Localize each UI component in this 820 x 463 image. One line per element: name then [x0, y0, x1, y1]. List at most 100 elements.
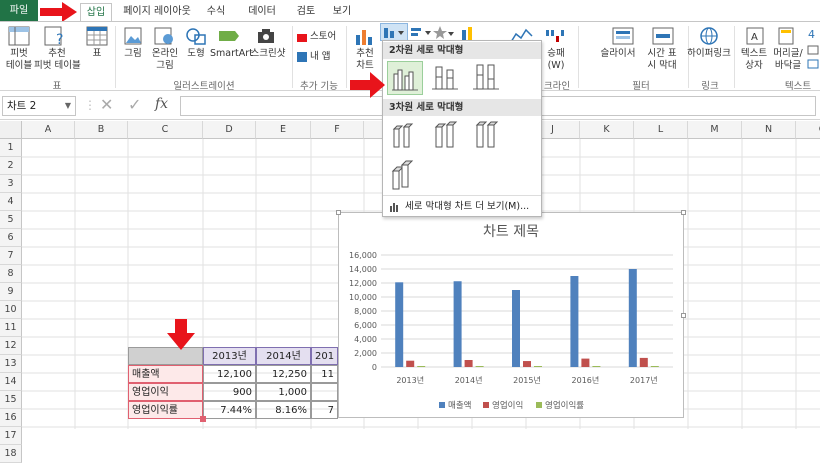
column-header-O[interactable]: O [796, 121, 820, 139]
hyperlink-button[interactable]: 하이퍼링크 [684, 48, 734, 60]
row-header-16[interactable]: 16 [0, 409, 22, 427]
my-apps-button[interactable]: 내 앱 [310, 51, 331, 63]
row-header-1[interactable]: 1 [0, 139, 22, 157]
column-header-F[interactable]: F [311, 121, 364, 139]
row-header-10[interactable]: 10 [0, 301, 22, 319]
tab-insert[interactable]: 삽입 [80, 3, 112, 22]
table-cell[interactable]: 12,250 [256, 365, 311, 383]
table-row-label[interactable]: 영업이익 [128, 383, 203, 401]
column-header-K[interactable]: K [580, 121, 634, 139]
clustered-column-option[interactable] [387, 61, 423, 95]
row-header-15[interactable]: 15 [0, 391, 22, 409]
3d-100-stacked-column-option[interactable] [469, 119, 505, 153]
enter-icon[interactable]: ✓ [128, 95, 141, 114]
table-cell[interactable]: 1,000 [256, 383, 311, 401]
3d-stacked-column-option[interactable] [428, 119, 464, 153]
3d-clustered-column-icon [392, 123, 414, 148]
smartart-button[interactable]: SmartArt [210, 48, 253, 60]
column-chart-button[interactable] [380, 23, 408, 41]
bar-매출액 [512, 290, 520, 367]
tab-view[interactable]: 보기 [326, 3, 358, 22]
textbox-button[interactable]: 텍스트 상자 [738, 48, 770, 72]
column-header-E[interactable]: E [256, 121, 311, 139]
column-header-B[interactable]: B [75, 121, 128, 139]
fx-icon[interactable]: fx [155, 96, 168, 112]
row-header-4[interactable]: 4 [0, 193, 22, 211]
table-cell[interactable] [311, 383, 338, 401]
pivot-table-button[interactable]: 피벗 테이블 [2, 48, 36, 72]
table-header-cell[interactable]: 2014년 [256, 347, 311, 365]
row-header-11[interactable]: 11 [0, 319, 22, 337]
row-header-5[interactable]: 5 [0, 211, 22, 229]
row-header-18[interactable]: 18 [0, 445, 22, 463]
table-cell[interactable]: 11 [311, 365, 338, 383]
bar-chart-icon[interactable] [410, 26, 432, 40]
tab-data[interactable]: 데이터 [240, 3, 284, 22]
column-header-A[interactable]: A [22, 121, 75, 139]
more-column-charts-link[interactable]: 세로 막대형 차트 더 보기(M)... [387, 199, 537, 215]
cancel-icon[interactable]: ✕ [100, 95, 113, 114]
row-header-2[interactable]: 2 [0, 157, 22, 175]
tab-formulas[interactable]: 수식 [200, 3, 232, 22]
chart-object[interactable]: 차트 제목 0 2,000 4,000 6,000 8,000 10,000 12,000 1… [336, 210, 686, 418]
y-tick-label: 14,000 [349, 265, 377, 274]
shapes-button[interactable]: 도형 [184, 48, 208, 60]
slicer-button[interactable]: 슬라이서 [598, 48, 638, 60]
recommended-pivot-button[interactable]: 추천 피벗 테이블 [34, 48, 81, 72]
picture-button[interactable]: 그림 [120, 48, 146, 60]
3d-column-option[interactable] [387, 157, 423, 193]
winloss-button[interactable]: 승패 (W) [542, 48, 570, 72]
stacked-column-option[interactable] [428, 61, 464, 95]
resize-handle[interactable] [681, 210, 686, 215]
table-header-cell[interactable]: 201 [311, 347, 338, 365]
row-header-3[interactable]: 3 [0, 175, 22, 193]
row-header-8[interactable]: 8 [0, 265, 22, 283]
fill-handle[interactable] [200, 416, 206, 422]
table-header-cell[interactable]: 2013년 [203, 347, 256, 365]
column-header-L[interactable]: L [634, 121, 688, 139]
resize-handle[interactable] [681, 313, 686, 318]
table-cell[interactable]: 7.44% [203, 401, 256, 419]
row-header-17[interactable]: 17 [0, 427, 22, 445]
resize-handle[interactable] [336, 210, 341, 215]
store-icon [297, 34, 307, 42]
svg-text:A: A [751, 32, 758, 43]
row-header-13[interactable]: 13 [0, 355, 22, 373]
row-header-14[interactable]: 14 [0, 373, 22, 391]
table-row-label[interactable]: 영업이익률 [128, 401, 203, 419]
table-button[interactable]: 표 [88, 48, 106, 60]
column-header-N[interactable]: N [742, 121, 796, 139]
recommended-charts-button[interactable]: 추천 차트 [352, 48, 378, 72]
select-all-corner[interactable] [0, 121, 22, 139]
100-stacked-column-option[interactable] [469, 61, 505, 95]
more-options-icon: ⋮ [84, 98, 96, 112]
row-header-7[interactable]: 7 [0, 247, 22, 265]
bar-영업이익 [406, 360, 415, 367]
name-box[interactable]: 차트 2 ▼ [2, 96, 76, 116]
screenshot-button[interactable]: 스크린샷 [250, 48, 286, 60]
row-header-6[interactable]: 6 [0, 229, 22, 247]
column-header-M[interactable]: M [688, 121, 742, 139]
table-cell[interactable]: 12,100 [203, 365, 256, 383]
3d-clustered-column-option[interactable] [387, 119, 423, 153]
chevron-down-icon[interactable]: ▼ [65, 97, 71, 115]
header-footer-button[interactable]: 머리글/ 바닥글 [770, 48, 806, 72]
table-cell[interactable]: 8.16% [256, 401, 311, 419]
text-more-icons[interactable]: 4 [806, 26, 820, 76]
table-cell[interactable]: 900 [203, 383, 256, 401]
row-header-12[interactable]: 12 [0, 337, 22, 355]
column-header-C[interactable]: C [128, 121, 203, 139]
store-button[interactable]: 스토어 [310, 31, 336, 43]
tab-page-layout[interactable]: 페이지 레이아웃 [118, 3, 196, 22]
column-header-D[interactable]: D [203, 121, 256, 139]
other-charts-icon[interactable] [432, 25, 454, 41]
table-row-label[interactable]: 매출액 [128, 365, 203, 383]
table-cell[interactable]: 7 [311, 401, 338, 419]
tab-review[interactable]: 검토 [290, 3, 322, 22]
timeline-button[interactable]: 시간 표 시 막대 [642, 48, 682, 72]
pivot-table-icon [8, 26, 30, 46]
row-header-9[interactable]: 9 [0, 283, 22, 301]
tab-file[interactable]: 파일 [0, 0, 38, 22]
y-tick-label: 6,000 [354, 321, 377, 330]
online-picture-button[interactable]: 온라인 그림 [148, 48, 182, 72]
